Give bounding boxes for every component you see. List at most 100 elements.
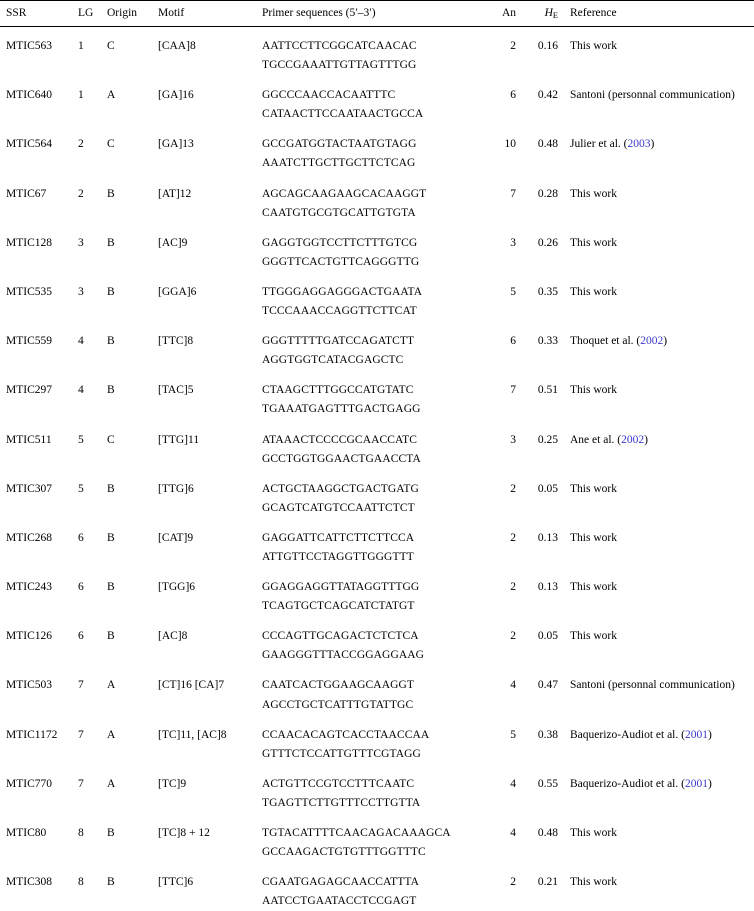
cell-lg: 1 (78, 27, 107, 76)
cell-he: 0.25 (516, 420, 558, 469)
reference-text: Santoni (personnal communication) (570, 679, 735, 691)
cell-an: 4 (484, 665, 516, 714)
column-header-motif: Motif (158, 1, 262, 27)
reference-text: Thoquet et al. ( (570, 335, 640, 347)
primer-reverse: GTTTCTCCATTGTTTCGTAGG (262, 745, 484, 764)
cell-an: 6 (484, 75, 516, 124)
cell-motif: [AC]8 (158, 616, 262, 665)
cell-ssr: MTIC503 (0, 665, 78, 714)
cell-an: 3 (484, 420, 516, 469)
cell-reference: This work (558, 469, 754, 518)
cell-motif: [GA]13 (158, 124, 262, 173)
cell-motif: [TTG]11 (158, 420, 262, 469)
cell-origin: C (107, 27, 158, 76)
cell-ssr: MTIC297 (0, 370, 78, 419)
cell-lg: 7 (78, 715, 107, 764)
primer-reverse: TGCCGAAATTGTTAGTTTGG (262, 56, 484, 75)
table-row: MTIC1283B[AC]9GAGGTGGTCCTTCTTTGTCGGGGTTC… (0, 223, 754, 272)
cell-motif: [AC]9 (158, 223, 262, 272)
cell-origin: A (107, 75, 158, 124)
cell-reference: Santoni (personnal communication) (558, 75, 754, 124)
cell-he: 0.13 (516, 567, 558, 616)
cell-he: 0.21 (516, 862, 558, 911)
cell-motif: [CT]16 [CA]7 (158, 665, 262, 714)
cell-origin: B (107, 223, 158, 272)
cell-reference: Ane et al. (2002) (558, 420, 754, 469)
reference-year-link[interactable]: 2001 (685, 778, 708, 790)
cell-reference: This work (558, 813, 754, 862)
cell-lg: 5 (78, 420, 107, 469)
cell-lg: 6 (78, 518, 107, 567)
primer-forward: TGTACATTTTCAACAGACAAAGCA (262, 824, 484, 843)
cell-primer-sequences: GGAGGAGGTTATAGGTTTGGTCAGTGCTCAGCATCTATGT (262, 567, 484, 616)
cell-motif: [CAA]8 (158, 27, 262, 76)
primer-reverse: CATAACTTCCAATAACTGCCA (262, 105, 484, 124)
cell-lg: 6 (78, 616, 107, 665)
primer-reverse: AAATCTTGCTTGCTTCTCAG (262, 154, 484, 173)
table-row: MTIC3075B[TTG]6ACTGCTAAGGCTGACTGATGGCAGT… (0, 469, 754, 518)
primer-reverse: GAAGGGTTTACCGGAGGAAG (262, 646, 484, 665)
cell-origin: C (107, 124, 158, 173)
primer-forward: CGAATGAGAGCAACCATTTA (262, 873, 484, 892)
cell-primer-sequences: CAATCACTGGAAGCAAGGTAGCCTGCTCATTTGTATTGC (262, 665, 484, 714)
cell-motif: [TTG]6 (158, 469, 262, 518)
cell-lg: 8 (78, 813, 107, 862)
cell-lg: 7 (78, 665, 107, 714)
cell-motif: [TC]11, [AC]8 (158, 715, 262, 764)
cell-reference: Baquerizo-Audiot et al. (2001) (558, 715, 754, 764)
cell-lg: 6 (78, 567, 107, 616)
cell-origin: B (107, 813, 158, 862)
primer-reverse: ATTGTTCCTAGGTTGGGTTT (262, 548, 484, 567)
cell-an: 2 (484, 862, 516, 911)
cell-ssr: MTIC535 (0, 272, 78, 321)
reference-year-link[interactable]: 2001 (685, 729, 708, 741)
cell-lg: 2 (78, 174, 107, 223)
cell-he: 0.51 (516, 370, 558, 419)
cell-an: 7 (484, 370, 516, 419)
cell-ssr: MTIC126 (0, 616, 78, 665)
cell-ssr: MTIC307 (0, 469, 78, 518)
reference-text: Baquerizo-Audiot et al. ( (570, 778, 685, 790)
reference-text: Santoni (personnal communication) (570, 89, 735, 101)
reference-year-link[interactable]: 2002 (621, 434, 644, 446)
cell-reference: This work (558, 862, 754, 911)
cell-origin: B (107, 518, 158, 567)
primer-forward: ACTGCTAAGGCTGACTGATG (262, 480, 484, 499)
table-row: MTIC672B[AT]12AGCAGCAAGAAGCACAAGGTCAATGT… (0, 174, 754, 223)
cell-primer-sequences: ACTGCTAAGGCTGACTGATGGCAGTCATGTCCAATTCTCT (262, 469, 484, 518)
cell-origin: B (107, 272, 158, 321)
reference-text: Ane et al. ( (570, 434, 621, 446)
reference-year-link[interactable]: 2002 (640, 335, 663, 347)
primer-forward: GAGGTGGTCCTTCTTTGTCG (262, 234, 484, 253)
reference-text: This work (570, 40, 617, 52)
cell-lg: 2 (78, 124, 107, 173)
he-subscript: E (553, 11, 558, 20)
cell-origin: C (107, 420, 158, 469)
primer-forward: GGGTTTTTGATCCAGATCTT (262, 332, 484, 351)
cell-ssr: MTIC770 (0, 764, 78, 813)
cell-lg: 4 (78, 321, 107, 370)
primer-forward: CCAACACAGTCACCTAACCAA (262, 726, 484, 745)
primer-reverse: TGAGTTCTTGTTTCCTTGTTA (262, 794, 484, 813)
cell-motif: [AT]12 (158, 174, 262, 223)
reference-text: This work (570, 876, 617, 888)
cell-he: 0.35 (516, 272, 558, 321)
primer-forward: GGCCCAACCACAATTTC (262, 86, 484, 105)
reference-text: This work (570, 532, 617, 544)
cell-motif: [TTC]8 (158, 321, 262, 370)
cell-primer-sequences: GAGGATTCATTCTTCTTCCAATTGTTCCTAGGTTGGGTTT (262, 518, 484, 567)
cell-an: 2 (484, 27, 516, 76)
reference-text: This work (570, 630, 617, 642)
column-header-reference: Reference (558, 1, 754, 27)
primer-reverse: GGGTTCACTGTTCAGGGTTG (262, 253, 484, 272)
cell-motif: [GA]16 (158, 75, 262, 124)
cell-primer-sequences: ACTGTTCCGTCCTTTCAATCTGAGTTCTTGTTTCCTTGTT… (262, 764, 484, 813)
cell-an: 5 (484, 715, 516, 764)
cell-primer-sequences: GGGTTTTTGATCCAGATCTTAGGTGGTCATACGAGCTC (262, 321, 484, 370)
cell-he: 0.13 (516, 518, 558, 567)
table-row: MTIC5353B[GGA]6TTGGGAGGAGGGACTGAATATCCCA… (0, 272, 754, 321)
reference-year-link[interactable]: 2003 (627, 138, 650, 150)
cell-motif: [TC]9 (158, 764, 262, 813)
cell-origin: B (107, 321, 158, 370)
reference-text: This work (570, 188, 617, 200)
